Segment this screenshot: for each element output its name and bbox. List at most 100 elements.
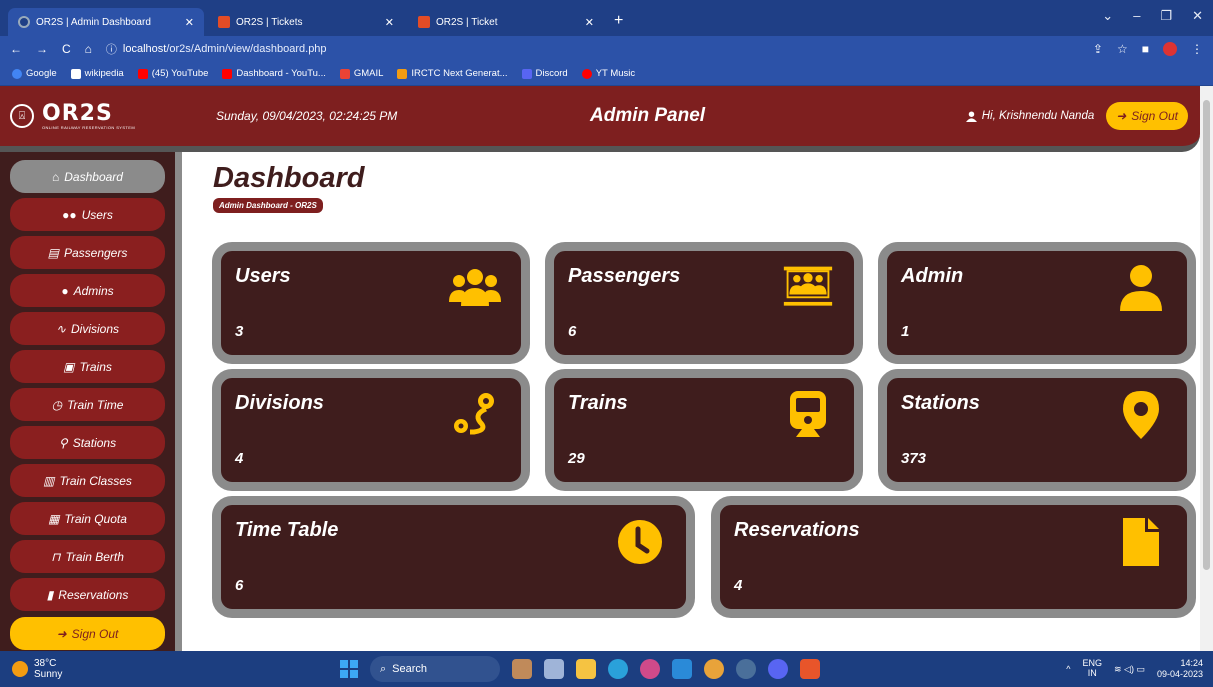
scrollbar-thumb[interactable] [1203,100,1210,570]
browser-tab-ticket[interactable]: OR2S | Ticket ✕ [408,8,604,36]
sidebar-item-train-quota[interactable]: ▦ Train Quota [10,502,165,535]
taskbar-search[interactable]: ⌕ Search [370,656,500,682]
steam-icon[interactable] [736,659,756,679]
xampp-icon[interactable] [800,659,820,679]
sidebar-item-stations[interactable]: ⚲ Stations [10,426,165,459]
telegram-icon[interactable] [608,659,628,679]
card-title: Trains [568,392,628,414]
card-passengers[interactable]: Passengers 6 [545,242,863,364]
os-taskbar: 38°C Sunny ⌕ Search ^ ENG IN ≋ ◁) ▭ 14:24… [0,651,1213,687]
card-time-table[interactable]: Time Table 6 [212,496,695,618]
profile-avatar[interactable] [1163,42,1177,56]
signout-button[interactable]: ➜ Sign Out [1106,102,1188,130]
bookmark-irctc[interactable]: IRCTC Next Generat... [397,68,508,79]
card-value: 6 [568,323,577,340]
card-title: Reservations [734,519,860,541]
sun-icon [12,661,28,677]
class-icon: ▥ [43,473,55,488]
sidebar-item-admins[interactable]: ● Admins [10,274,165,307]
card-reservations[interactable]: Reservations 4 [711,496,1196,618]
card-trains[interactable]: Trains 29 [545,369,863,491]
start-icon[interactable] [340,660,358,678]
wifi-sound-battery-icon[interactable]: ≋ ◁) ▭ [1114,664,1145,675]
card-admin[interactable]: Admin 1 [878,242,1196,364]
card-value: 29 [568,450,585,467]
reload-icon[interactable]: C [62,42,71,56]
browser-tab-admin-dashboard[interactable]: OR2S | Admin Dashboard ✕ [8,8,204,36]
home-icon[interactable]: ⌂ [85,42,92,56]
bookmark-discord[interactable]: Discord [521,68,568,79]
logo-text: OR2S [42,100,113,126]
chrome-icon[interactable] [704,659,724,679]
share-icon[interactable]: ⇪ [1093,42,1103,56]
train-logo-icon: ⍓ [10,104,34,128]
sidebar-item-dashboard[interactable]: ⌂ Dashboard [10,160,165,193]
weather-widget[interactable]: 38°C Sunny [0,658,340,680]
bookmark-google[interactable]: Google [12,68,57,79]
menu-kebab-icon[interactable]: ⋮ [1191,42,1203,56]
berth-icon: ⊓ [51,549,61,564]
sidebar-item-train-berth[interactable]: ⊓ Train Berth [10,540,165,573]
forward-icon[interactable]: → [36,42,48,56]
card-stations[interactable]: Stations 373 [878,369,1196,491]
youtube-icon [222,68,233,79]
sidebar-item-divisions[interactable]: ∿ Divisions [10,312,165,345]
new-tab-icon[interactable]: + [614,12,623,30]
page-scrollbar[interactable] [1200,86,1213,651]
card-title: Admin [901,265,964,287]
card-divisions[interactable]: Divisions 4 [212,369,530,491]
weather-condition: Sunny [34,669,63,680]
yt-music-icon [581,68,592,79]
sidebar-item-train-classes[interactable]: ▥ Train Classes [10,464,165,497]
wikipedia-icon [70,68,81,79]
github-icon[interactable] [640,659,660,679]
file-explorer-icon[interactable] [576,659,596,679]
sidebar-signout-button[interactable]: ➜ Sign Out [10,617,165,650]
widgets-icon[interactable] [512,659,532,679]
bookmarks-bar: Google wikipedia (45) YouTube Dashboard … [0,62,1213,86]
bookmark-dashboard-youtube[interactable]: Dashboard - YouTu... [222,68,326,79]
file-icon [1115,518,1167,566]
bookmark-gmail[interactable]: GMAIL [339,68,383,79]
route-icon [449,392,501,438]
url-path: /or2s/Admin/view/dashboard.php [166,43,327,55]
back-icon[interactable]: ← [10,42,22,56]
page-title: Dashboard [213,162,365,194]
task-view-icon[interactable] [544,659,564,679]
card-value: 373 [901,450,927,467]
system-tray: ^ ENG IN ≋ ◁) ▭ 14:24 09-04-2023 [1066,658,1203,680]
clock[interactable]: 14:24 09-04-2023 [1157,658,1203,680]
sidepanel-icon[interactable]: ■ [1142,42,1149,56]
info-icon[interactable]: ⓘ [106,41,117,57]
vscode-icon[interactable] [672,659,692,679]
discord-icon[interactable] [768,659,788,679]
tab-search-icon[interactable]: ⌄ [1102,8,1113,24]
signout-icon: ➜ [56,626,67,641]
sidebar-item-passengers[interactable]: ▤ Passengers [10,236,165,269]
sidebar-item-train-time[interactable]: ◷ Train Time [10,388,165,421]
minimize-icon[interactable]: – [1133,8,1140,24]
sidebar-item-trains[interactable]: ▣ Trains [10,350,165,383]
bookmark-yt-music[interactable]: YT Music [581,68,635,79]
clock-icon: ◷ [51,397,63,412]
bookmark-star-icon[interactable]: ☆ [1117,42,1128,56]
language-indicator[interactable]: ENG IN [1082,658,1102,679]
users-icon: ●● [62,207,77,222]
restore-icon[interactable]: ❐ [1160,8,1172,24]
close-window-icon[interactable]: ✕ [1192,8,1203,24]
bookmark-youtube[interactable]: (45) YouTube [137,68,208,79]
url-field[interactable]: ⓘ localhost/or2s/Admin/view/dashboard.ph… [106,41,1079,57]
sidebar-item-users[interactable]: ●● Users [10,198,165,231]
logo[interactable]: ⍓ OR2S ONLINE RAILWAY RESERVATION SYSTEM [0,100,200,130]
close-tab-icon[interactable]: ✕ [585,16,594,29]
home-icon: ⌂ [52,169,60,184]
close-tab-icon[interactable]: ✕ [185,16,194,29]
tray-overflow-icon[interactable]: ^ [1066,664,1070,674]
bookmark-wikipedia[interactable]: wikipedia [70,68,124,79]
user-icon: ● [61,283,69,298]
close-tab-icon[interactable]: ✕ [385,16,394,29]
sidebar-item-reservations[interactable]: ▮ Reservations [10,578,165,611]
card-users[interactable]: Users 3 [212,242,530,364]
card-value: 6 [235,577,244,594]
browser-tab-tickets[interactable]: OR2S | Tickets ✕ [208,8,404,36]
